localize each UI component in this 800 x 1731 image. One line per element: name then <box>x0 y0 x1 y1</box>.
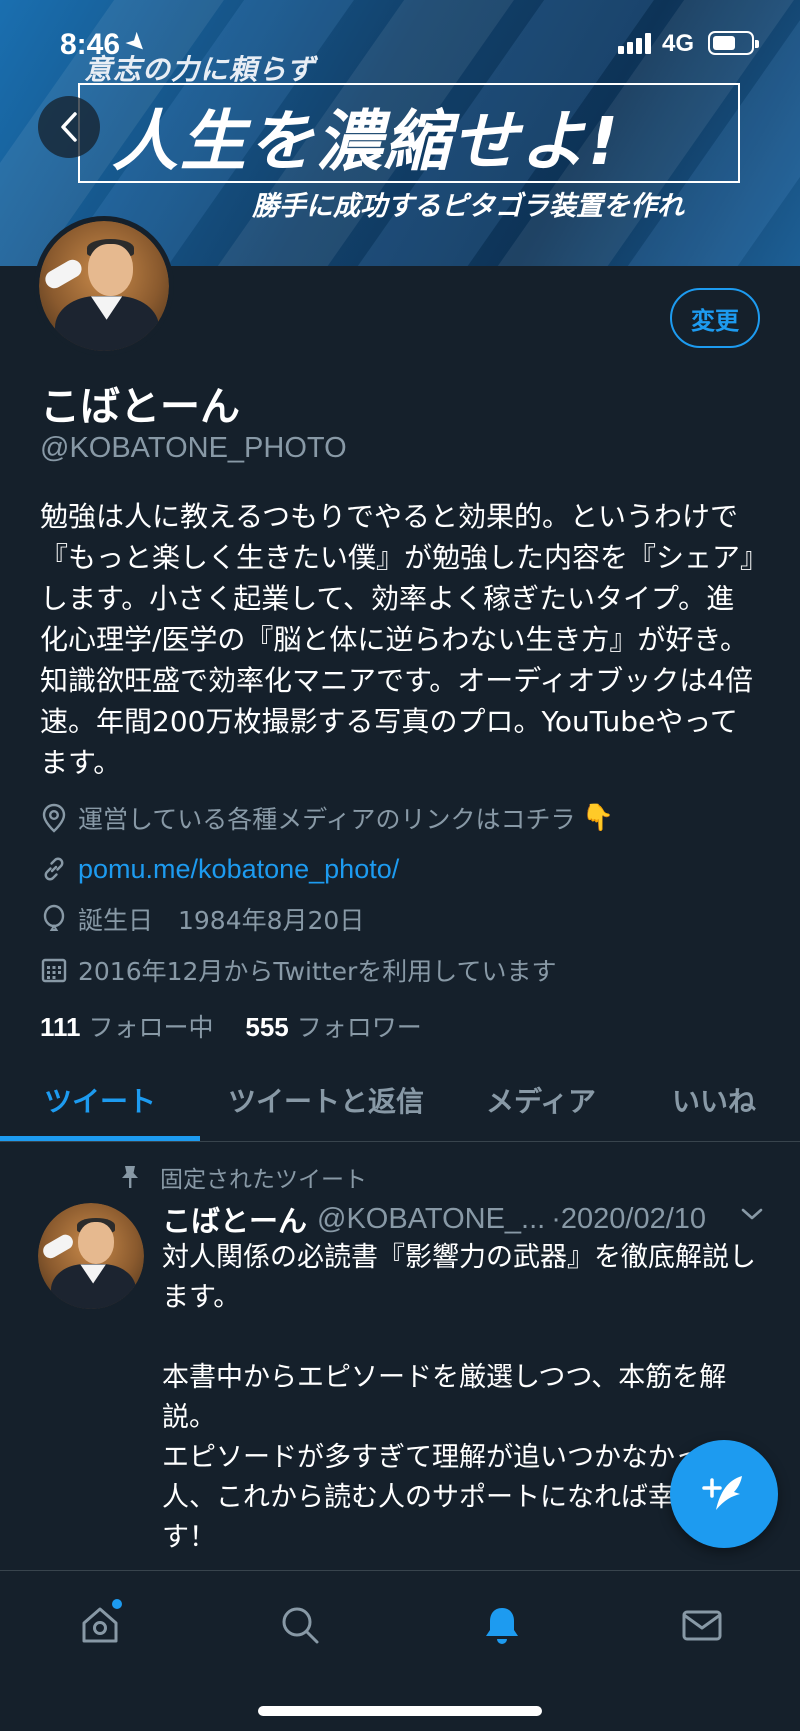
pointing-down-emoji: 👇 <box>581 803 614 833</box>
link-icon <box>44 857 64 881</box>
pinned-tweet-label: 固定されたツイート <box>118 1160 367 1194</box>
tweet-header: こばとーん @KOBATONE_... ·2020/02/10 <box>162 1198 772 1240</box>
chevron-down-icon <box>741 1208 763 1220</box>
tab-tweets-and-replies[interactable]: ツイートと返信 <box>228 1080 424 1120</box>
compose-feather-icon <box>702 1476 742 1510</box>
tweet-options-button[interactable] <box>740 1206 764 1226</box>
mail-icon <box>682 1610 722 1641</box>
profile-joined: 2016年12月からTwitterを利用しています <box>40 952 556 988</box>
nav-messages[interactable] <box>672 1597 732 1653</box>
status-time: 8:46➤ <box>60 27 153 61</box>
nav-search[interactable] <box>270 1597 330 1653</box>
banner-headline: 人生を濃縮せよ! <box>112 103 621 180</box>
home-icon <box>82 1607 118 1643</box>
search-icon <box>282 1607 319 1644</box>
tweet-author-avatar[interactable] <box>38 1203 144 1309</box>
tweet-author-handle: @KOBATONE_... <box>317 1202 546 1235</box>
calendar-icon <box>41 958 67 983</box>
profile-bio: 勉強は人に教えるつもりでやると効果的。というわけで『もっと楽しく生きたい僕』が勉… <box>40 500 755 779</box>
active-tab-indicator <box>0 1136 200 1141</box>
profile-handle: @KOBATONE_PHOTO <box>40 432 347 464</box>
home-indicator[interactable] <box>258 1706 542 1716</box>
website-link[interactable]: pomu.me/kobatone_photo/ <box>78 854 399 885</box>
profile-birthday: 誕生日 1984年8月20日 <box>40 901 364 937</box>
compose-tweet-button[interactable] <box>670 1440 778 1548</box>
tab-likes[interactable]: いいね <box>672 1080 756 1120</box>
profile-location: 運営している各種メディアのリンクはコチラ 👇 <box>40 800 614 836</box>
tweet-author-name[interactable]: こばとーん <box>162 1198 307 1240</box>
network-type: 4G <box>662 30 695 57</box>
followers-link[interactable]: 555 フォロワー <box>245 1012 421 1042</box>
profile-avatar[interactable] <box>34 216 174 356</box>
display-name: こばとーん <box>40 384 240 430</box>
notifications-bell-icon <box>486 1608 518 1644</box>
follow-stats: 111 フォロー中 555 フォロワー <box>40 1008 422 1044</box>
tab-media[interactable]: メディア <box>486 1080 596 1120</box>
nav-home[interactable] <box>70 1597 130 1653</box>
nav-notifications[interactable] <box>472 1597 532 1653</box>
edit-profile-button[interactable]: 変更 <box>670 288 760 348</box>
balloon-icon <box>43 904 65 931</box>
profile-tabs: ツイート ツイートと返信 メディア いいね <box>0 1060 800 1142</box>
location-pin-icon <box>42 803 66 833</box>
tab-tweets[interactable]: ツイート <box>44 1080 156 1120</box>
back-button[interactable] <box>38 96 100 158</box>
cellular-signal-icon <box>618 32 654 54</box>
new-content-dot <box>112 1599 122 1609</box>
profile-website[interactable]: pomu.me/kobatone_photo/ <box>40 851 399 887</box>
pin-icon <box>122 1166 138 1188</box>
chevron-left-icon <box>61 112 77 142</box>
banner-subline: 勝手に成功するピタゴラ装置を作れ <box>252 191 684 222</box>
tweet-date: ·2020/02/10 <box>551 1202 707 1235</box>
battery-icon <box>708 31 759 55</box>
following-link[interactable]: 111 フォロー中 <box>40 1012 213 1042</box>
